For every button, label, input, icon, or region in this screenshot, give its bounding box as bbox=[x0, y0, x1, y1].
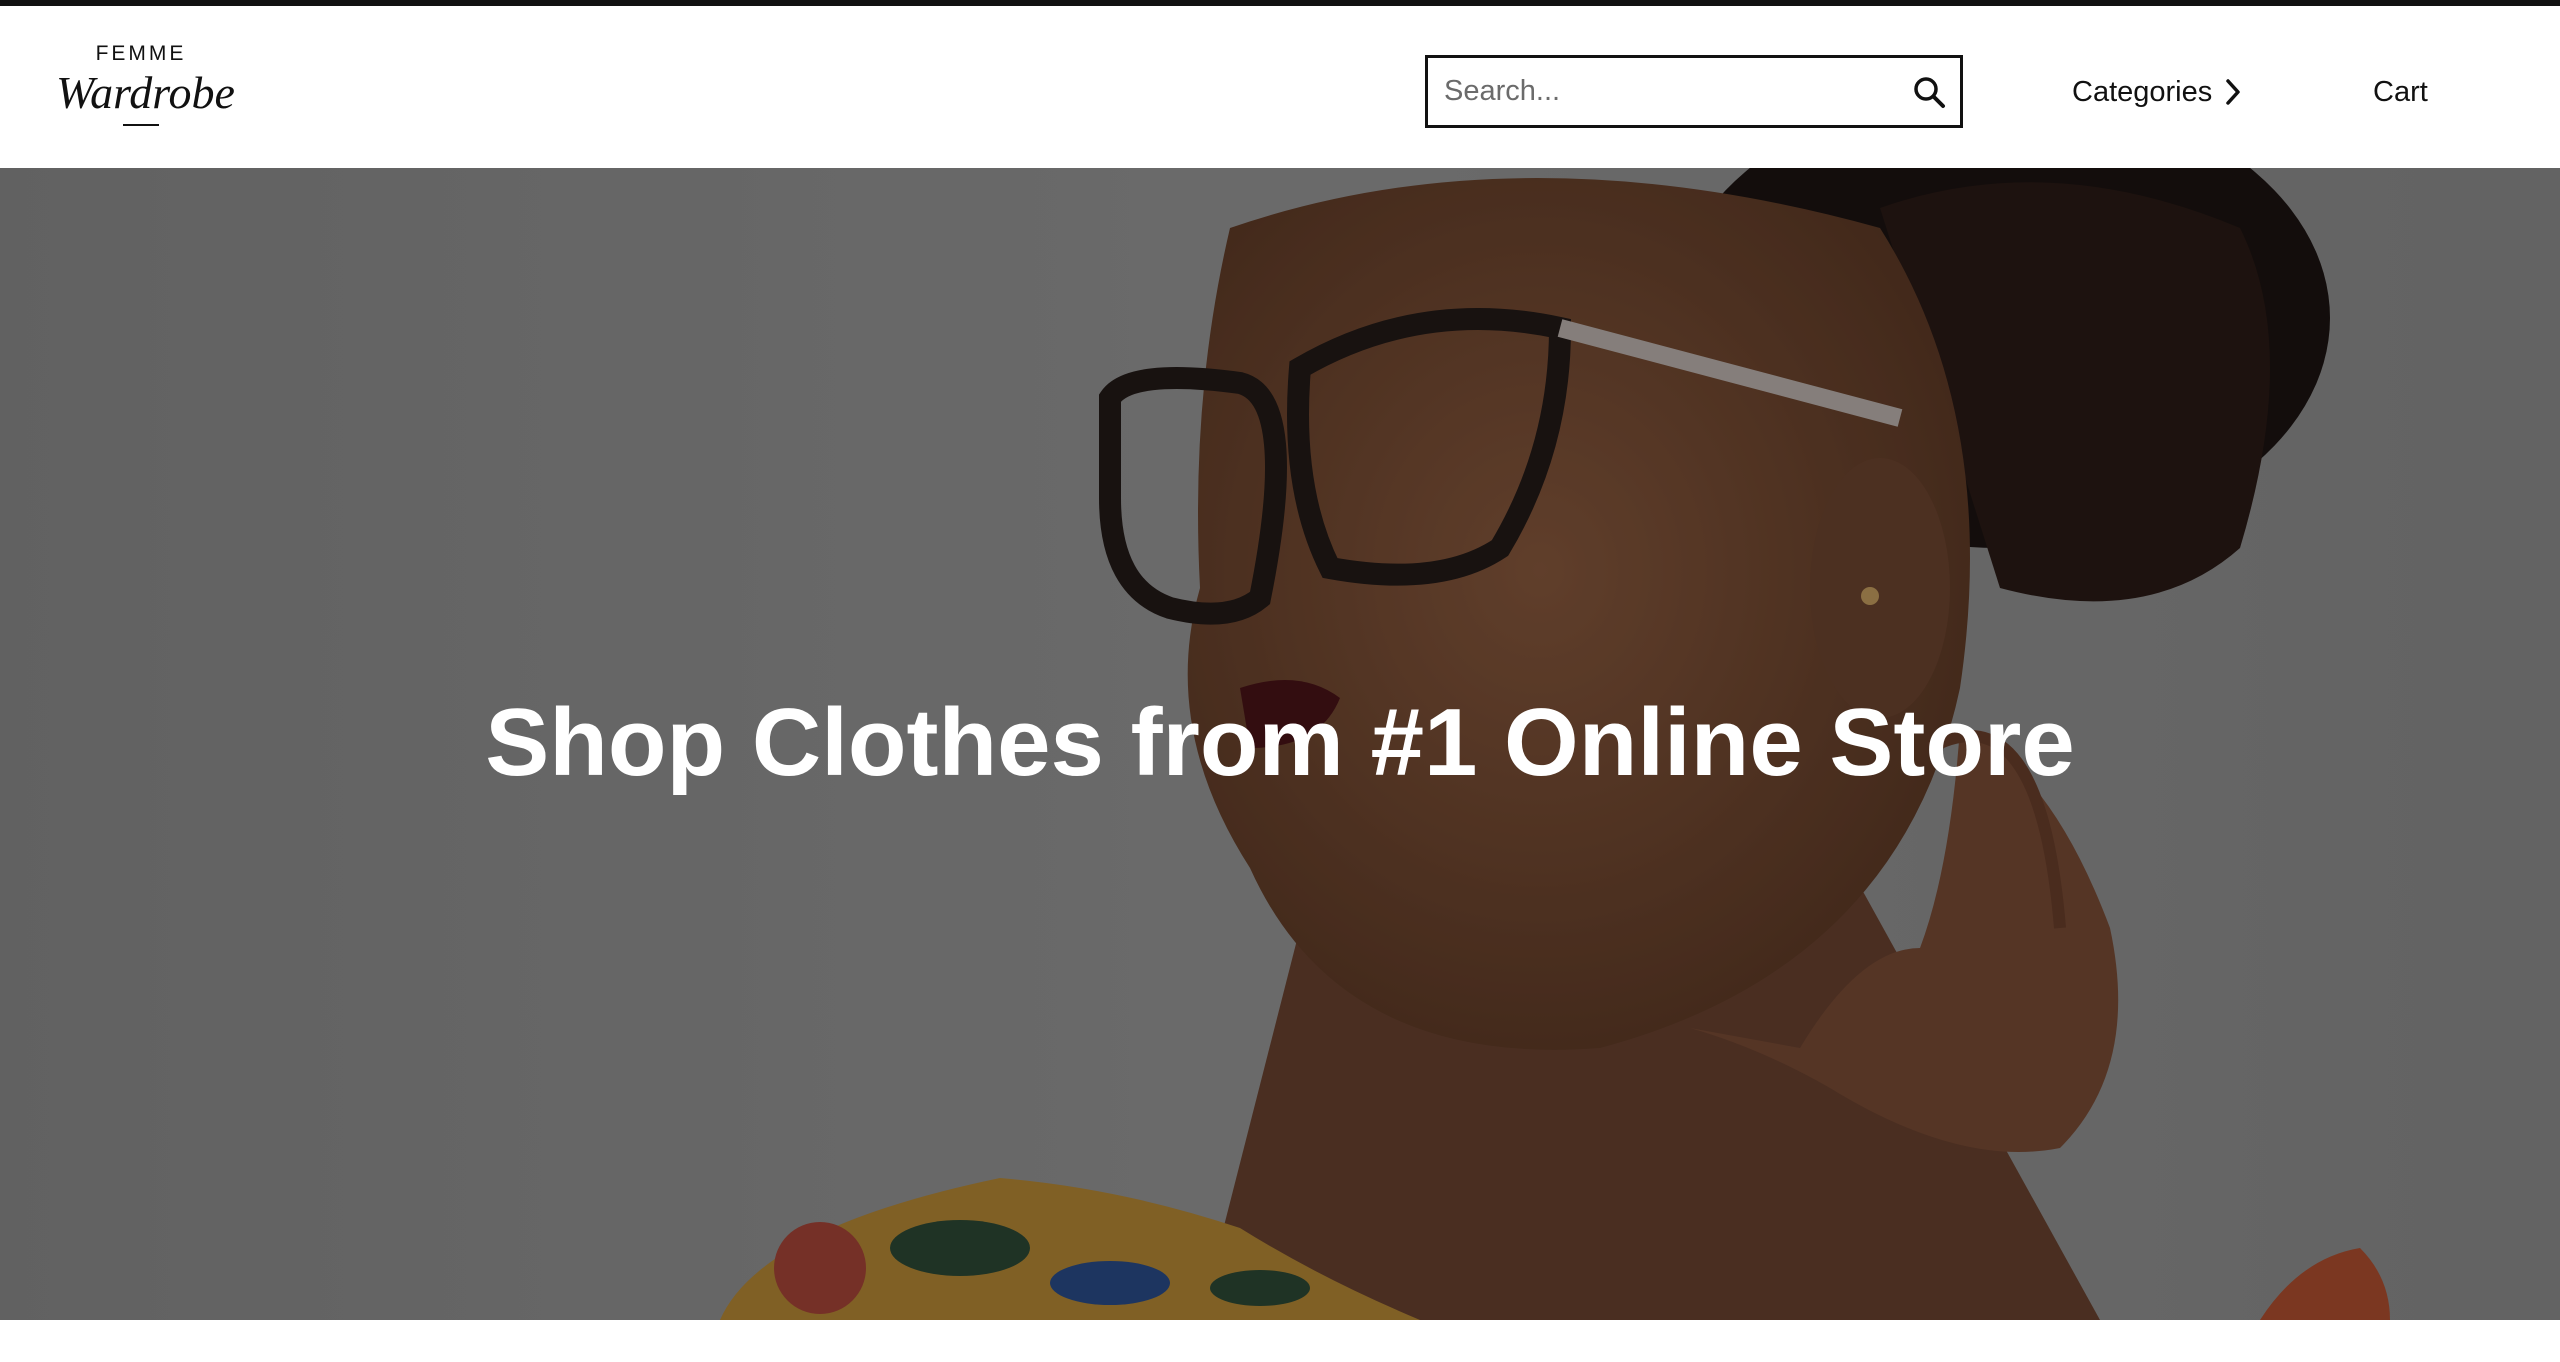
search-input[interactable] bbox=[1444, 58, 1884, 125]
hero-title: Shop Clothes from #1 Online Store bbox=[485, 689, 2075, 796]
brand-logo-top: FEMME bbox=[95, 42, 187, 65]
brand-logo-main: Wardrobe bbox=[56, 67, 235, 118]
nav-categories-label: Categories bbox=[2072, 75, 2213, 108]
chevron-right-icon bbox=[2226, 79, 2240, 105]
page-bottom bbox=[0, 1320, 2560, 1362]
brand-logo[interactable]: FEMME Wardrobe bbox=[56, 36, 235, 146]
site-header: FEMME Wardrobe Categories Cart bbox=[0, 6, 2560, 168]
search-box bbox=[1425, 55, 1963, 128]
search-icon[interactable] bbox=[1912, 75, 1946, 109]
hero-banner: Shop Clothes from #1 Online Store bbox=[0, 168, 2560, 1320]
nav-cart[interactable]: Cart bbox=[2373, 72, 2428, 112]
nav-categories[interactable]: Categories bbox=[2072, 72, 2244, 112]
brand-logo-underline bbox=[123, 124, 159, 126]
